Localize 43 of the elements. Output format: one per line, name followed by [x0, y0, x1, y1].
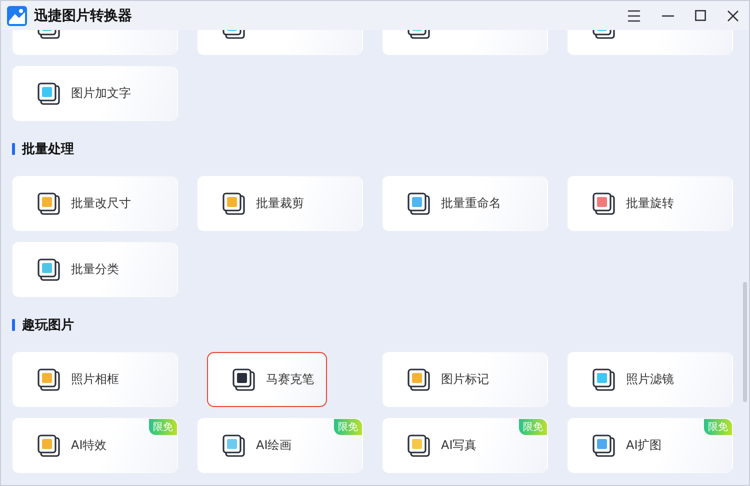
app-logo-icon: [7, 6, 27, 26]
close-icon[interactable]: [727, 10, 739, 22]
tool-card[interactable]: AI特效 限免: [12, 418, 178, 473]
tool-label: 图片加文字: [71, 85, 131, 102]
tool-card[interactable]: AI绘画 限免: [197, 418, 363, 473]
tool-card[interactable]: 马赛克笔: [207, 352, 327, 407]
tool-label: AI绘画: [256, 437, 292, 454]
free-badge: 限免: [704, 419, 732, 435]
free-badge: 限免: [149, 419, 177, 435]
section-heading: 批量处理: [22, 140, 74, 158]
tool-label: 批量分类: [71, 261, 119, 278]
tool-label: 照片相框: [71, 371, 119, 388]
tool-card[interactable]: 批量分类: [12, 242, 178, 297]
tool-label: AI写真: [441, 437, 477, 454]
minimize-icon[interactable]: [662, 14, 674, 16]
tool-label: 马赛克笔: [266, 371, 314, 388]
tool-label: 批量裁剪: [256, 195, 304, 212]
tool-label: AI特效: [71, 437, 107, 454]
tool-card[interactable]: 照片相框: [12, 352, 178, 407]
section-heading: 趣玩图片: [22, 316, 74, 334]
tool-card[interactable]: 批量旋转: [567, 176, 733, 231]
tool-label: 批量旋转: [626, 195, 674, 212]
tool-card[interactable]: AI写真 限免: [382, 418, 548, 473]
tool-card[interactable]: 图片标记: [382, 352, 548, 407]
tool-card[interactable]: 批量改尺寸: [12, 176, 178, 231]
free-badge: 限免: [519, 419, 547, 435]
tool-card[interactable]: 批量裁剪: [197, 176, 363, 231]
scrollbar-thumb[interactable]: [743, 282, 747, 402]
tool-card[interactable]: 照片滤镜: [567, 352, 733, 407]
tool-label: 图片标记: [441, 371, 489, 388]
window-title: 迅捷图片转换器: [34, 6, 132, 24]
free-badge: 限免: [334, 419, 362, 435]
tool-label: AI扩图: [626, 437, 662, 454]
tool-label: 照片滤镜: [626, 371, 674, 388]
tool-card[interactable]: 批量重命名: [382, 176, 548, 231]
tool-card[interactable]: 图片加文字: [12, 66, 178, 121]
tool-label: 批量改尺寸: [71, 195, 131, 212]
section-marker: [12, 318, 15, 330]
maximize-icon[interactable]: [695, 10, 706, 21]
tool-card[interactable]: AI扩图 限免: [567, 418, 733, 473]
menu-icon[interactable]: [627, 10, 641, 22]
tool-label: 批量重命名: [441, 195, 501, 212]
section-marker: [12, 142, 15, 154]
